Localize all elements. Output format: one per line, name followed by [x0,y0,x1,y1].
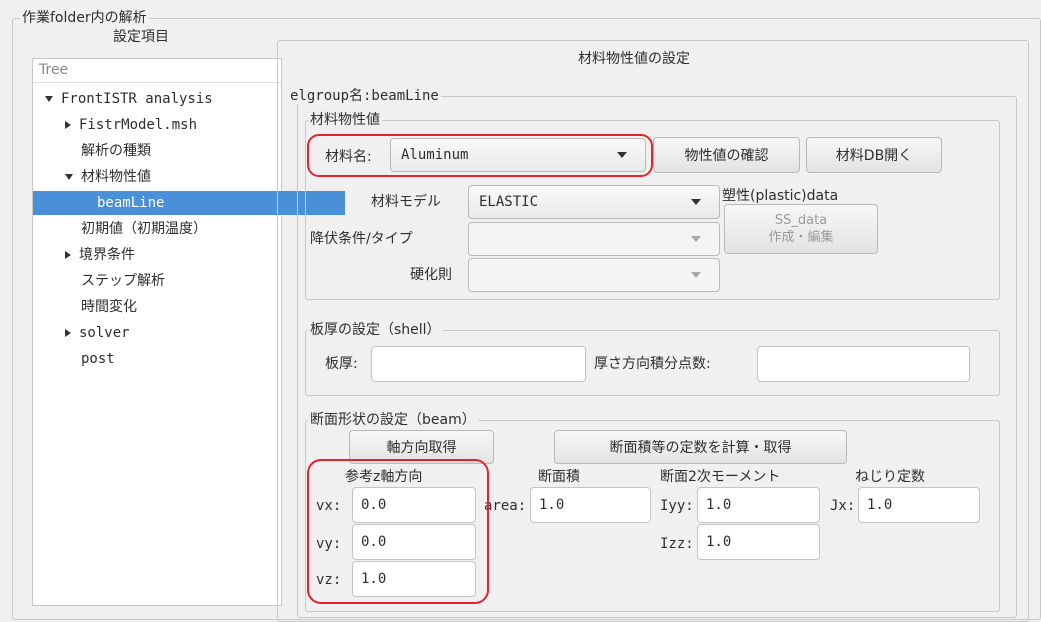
ss-data-button-line2: 作成・編集 [768,230,834,245]
tree-item-label: post [81,351,115,367]
tree-item-label: solver [79,325,130,341]
hardening-label: 硬化則 [410,267,452,283]
tree-column-header[interactable]: Tree [33,59,281,83]
tree-item-label: 時間変化 [81,299,137,315]
elgroup-label: elgroup名:beamLine [288,88,441,104]
expander-right-icon[interactable] [65,251,71,259]
integration-points-label: 厚さ方向積分点数: [594,356,711,372]
ss-data-button[interactable]: SS_data 作成・編集 [724,204,878,254]
window-title: 作業folder内の解析 [20,10,149,26]
area-header: 断面積 [538,469,580,485]
iyy-input[interactable]: 1.0 [697,487,820,523]
izz-input[interactable]: 1.0 [697,524,820,560]
tree-item-label: 境界条件 [79,247,135,263]
dropdown-arrow-icon [691,272,701,278]
ref-axis-highlight [307,459,489,604]
tree-item-label: beamLine [97,195,165,211]
torsion-header: ねじり定数 [855,469,925,485]
tree-item-boundary[interactable]: 境界条件 [33,243,313,267]
material-model-value: ELASTIC [479,194,539,210]
dropdown-arrow-icon [691,199,701,205]
thickness-label: 板厚: [325,356,358,372]
tree-item-frontistr-analysis[interactable]: FrontISTR analysis [33,87,293,111]
tree-item-label: FistrModel.msh [79,117,198,133]
expander-down-icon[interactable] [65,174,73,180]
jx-label: Jx: [830,498,856,514]
iyy-label: Iyy: [660,498,694,514]
moment-header: 断面2次モーメント [660,469,781,485]
material-model-combo[interactable]: ELASTIC [468,185,720,219]
shell-group-title: 板厚の設定（shell） [308,322,443,338]
izz-label: Izz: [660,536,694,552]
integration-points-input[interactable] [757,346,970,382]
material-group-title: 材料物性値 [308,112,382,128]
hardening-combo[interactable] [468,258,720,292]
tree-header: 設定項目 [113,29,169,45]
area-label: area: [484,498,527,514]
plastic-data-label: 塑性(plastic)data [722,188,839,204]
jx-input[interactable]: 1.0 [858,487,980,523]
thickness-input[interactable] [371,346,586,382]
tree-item-label: 解析の種類 [81,143,151,159]
check-properties-button[interactable]: 物性値の確認 [653,137,800,173]
tree-item-fistrmodel[interactable]: FistrModel.msh [33,113,313,137]
yield-condition-label: 降伏条件/タイプ [310,231,413,247]
tree-item-solver[interactable]: solver [33,321,313,345]
panel-title: 材料物性値の設定 [578,51,690,67]
tree-item-label: 初期値（初期温度） [81,221,207,237]
beam-group-title: 断面形状の設定（beam） [308,412,478,428]
tree-item-material[interactable]: 材料物性値 [33,165,313,189]
expander-right-icon[interactable] [65,329,71,337]
expander-right-icon[interactable] [65,121,71,129]
material-name-highlight [307,134,653,177]
ss-data-button-line1: SS_data [774,213,828,228]
dropdown-arrow-icon [691,236,701,242]
area-input[interactable]: 1.0 [530,487,651,523]
tree-item-label: ステップ解析 [81,273,165,289]
calc-section-button[interactable]: 断面積等の定数を計算・取得 [554,430,847,464]
yield-condition-combo[interactable] [468,222,720,256]
tree-item-label: 材料物性値 [81,169,151,185]
open-material-db-button[interactable]: 材料DB開く [806,137,942,173]
tree-view[interactable]: Tree FrontISTR analysis FistrModel.msh 解… [32,58,345,606]
expander-down-icon[interactable] [45,96,53,102]
material-model-label: 材料モデル [371,194,441,210]
tree-item-label: FrontISTR analysis [61,91,213,107]
